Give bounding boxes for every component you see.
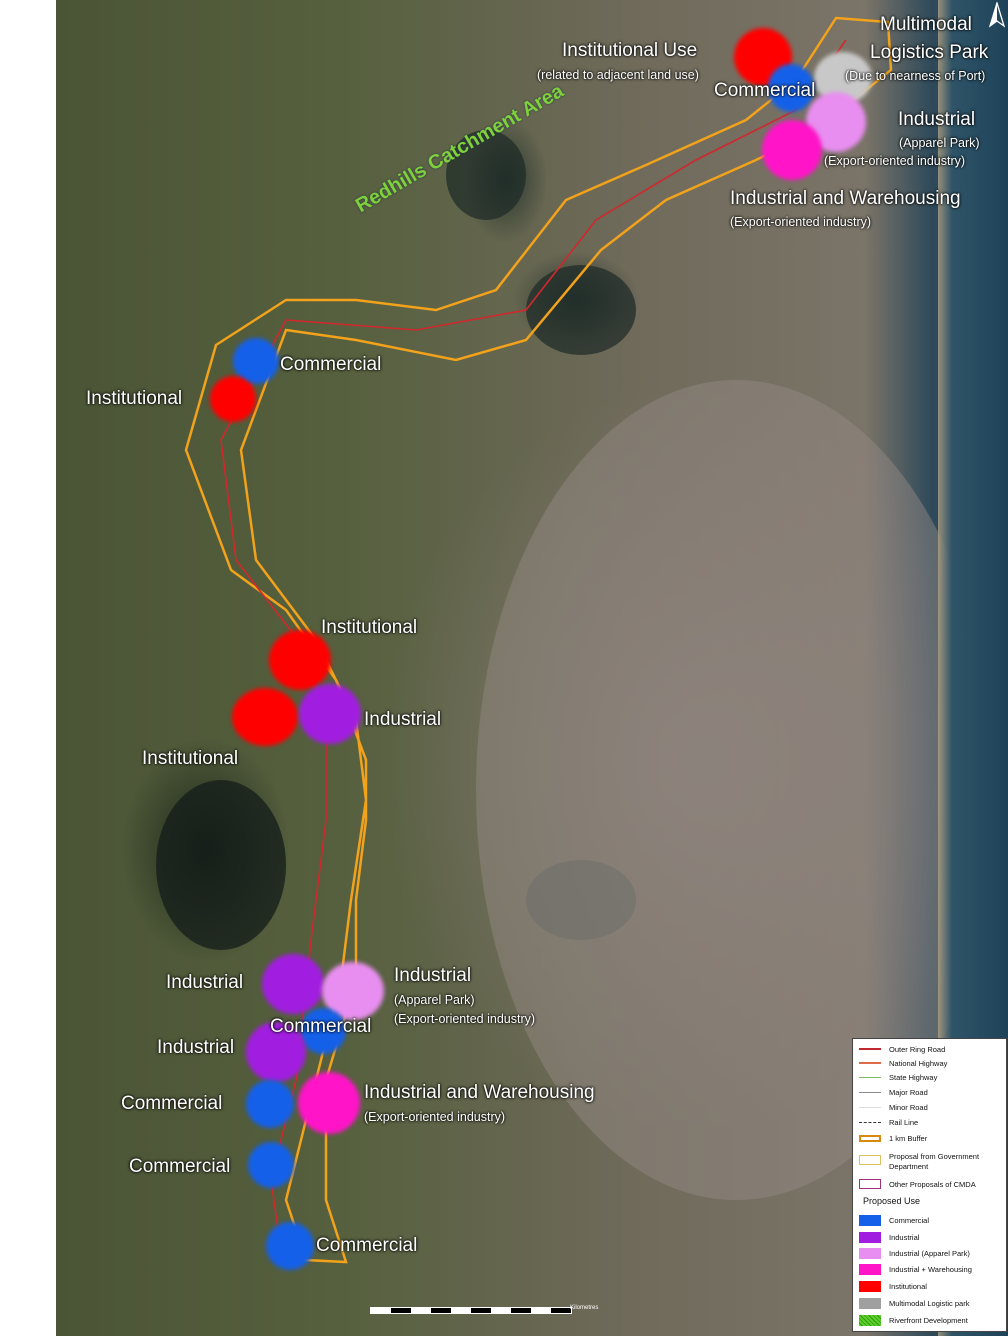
map-label: Industrial and Warehousing — [730, 188, 961, 209]
marker-commercial — [246, 1080, 294, 1128]
map-label: Commercial — [280, 354, 382, 375]
legend: Outer Ring Road National Highway State H… — [852, 1038, 1007, 1332]
map-label: (Apparel Park) — [394, 993, 475, 1007]
legend-row: Minor Road — [859, 1101, 928, 1113]
map-label: (Export-oriented industry) — [364, 1110, 506, 1124]
legend-row: Proposal from Government Department — [859, 1152, 999, 1172]
map-label: (related to adjacent land use) — [537, 68, 699, 82]
legend-row: Multimodal Logistic park — [859, 1297, 969, 1309]
marker-industrial-warehousing — [762, 120, 822, 180]
legend-row: Major Road — [859, 1086, 928, 1098]
legend-row: Rail Line — [859, 1116, 918, 1128]
marker-industrial-warehousing — [298, 1072, 360, 1134]
map-label: Institutional — [142, 748, 239, 769]
legend-heading: Proposed Use — [863, 1196, 921, 1206]
marker-institutional — [269, 630, 331, 690]
legend-row: Outer Ring Road — [859, 1043, 945, 1055]
map-label: Institutional Use — [562, 40, 698, 61]
map-label: Industrial — [898, 109, 976, 130]
legend-row: Industrial — [859, 1231, 919, 1243]
map-label: Commercial — [714, 80, 816, 101]
map-label: Industrial — [157, 1037, 235, 1058]
map-label: Logistics Park — [870, 42, 989, 63]
legend-row: National Highway — [859, 1057, 947, 1069]
map-label: (Apparel Park) — [899, 136, 980, 150]
map-label: Multimodal — [880, 14, 972, 35]
map-label: Commercial — [129, 1156, 231, 1177]
legend-row: 1 km Buffer — [859, 1132, 927, 1144]
legend-row: Riverfront Development — [859, 1314, 968, 1326]
legend-row: State Highway — [859, 1071, 937, 1083]
marker-institutional — [210, 376, 256, 422]
north-arrow-icon — [988, 2, 1006, 28]
marker-commercial — [248, 1142, 294, 1188]
scale-bar: Kilometres — [370, 1305, 598, 1319]
legend-row: Industrial (Apparel Park) — [859, 1247, 970, 1259]
marker-commercial — [266, 1222, 314, 1270]
map-label: Institutional — [321, 617, 418, 638]
map-label: (Export-oriented industry) — [394, 1012, 536, 1026]
map-label: Commercial — [121, 1093, 223, 1114]
marker-industrial — [262, 954, 324, 1014]
map-label: (Due to nearness of Port) — [845, 69, 986, 83]
marker-institutional — [232, 688, 298, 746]
map-label: Industrial — [394, 965, 472, 986]
legend-row: Institutional — [859, 1280, 927, 1292]
legend-row: Other Proposals of CMDA — [859, 1178, 976, 1190]
map-label: Institutional — [86, 388, 183, 409]
scale-unit: Kilometres — [570, 1305, 599, 1311]
map-label: Industrial — [166, 972, 244, 993]
map-label: Industrial — [364, 709, 442, 730]
map-label: (Export-oriented industry) — [730, 215, 872, 229]
map-label: Industrial and Warehousing — [364, 1082, 595, 1103]
map-label: Commercial — [316, 1235, 418, 1256]
marker-industrial — [299, 684, 361, 744]
legend-row: Industrial + Warehousing — [859, 1263, 972, 1275]
legend-row: Commercial — [859, 1214, 929, 1226]
map-label: Commercial — [270, 1016, 372, 1037]
map-label: (Export-oriented industry) — [824, 154, 966, 168]
